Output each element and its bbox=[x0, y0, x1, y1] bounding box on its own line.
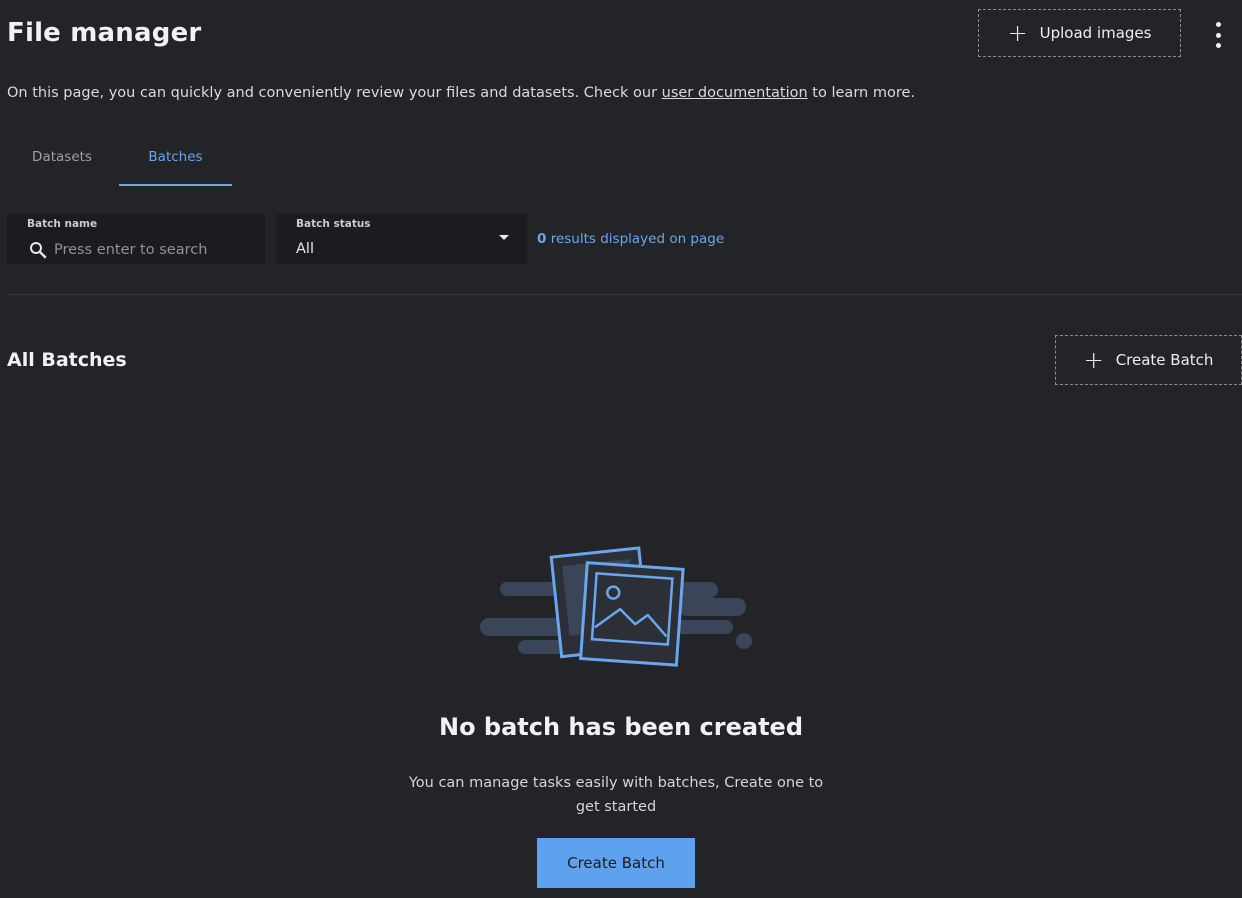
create-batch-button[interactable]: Create Batch bbox=[537, 838, 695, 888]
upload-images-button[interactable]: + Upload images bbox=[978, 9, 1181, 57]
page-title: File manager bbox=[7, 18, 202, 48]
empty-state-title: No batch has been created bbox=[438, 713, 803, 741]
tab-datasets[interactable]: Datasets bbox=[7, 138, 117, 184]
file-manager-page: File manager + Upload images On this pag… bbox=[0, 0, 1242, 898]
section-title: All Batches bbox=[7, 349, 127, 371]
results-count-suffix: results displayed on page bbox=[546, 231, 725, 247]
caret-down-icon bbox=[499, 235, 509, 240]
create-batch-header-label: Create Batch bbox=[1115, 351, 1214, 369]
batch-status-label: Batch status bbox=[296, 218, 371, 230]
search-icon bbox=[30, 242, 47, 259]
user-documentation-link[interactable]: user documentation bbox=[662, 85, 808, 101]
batch-name-search-input[interactable] bbox=[54, 239, 254, 261]
divider bbox=[7, 294, 1242, 295]
empty-state-description: You can manage tasks easily with batches… bbox=[408, 775, 824, 815]
intro-before-link: On this page, you can quickly and conven… bbox=[7, 85, 662, 101]
upload-images-label: Upload images bbox=[1039, 24, 1152, 42]
image-gallery-icon bbox=[480, 546, 752, 667]
batch-name-label: Batch name bbox=[27, 218, 98, 230]
tab-batches[interactable]: Batches bbox=[119, 138, 232, 186]
batch-status-value: All bbox=[296, 241, 314, 257]
create-batch-header-button[interactable]: + Create Batch bbox=[1055, 335, 1242, 385]
intro-after-link: to learn more. bbox=[807, 85, 915, 101]
kebab-menu-icon[interactable] bbox=[1210, 22, 1226, 48]
batch-status-select[interactable]: Batch status All bbox=[276, 214, 527, 264]
results-count-number: 0 bbox=[537, 231, 547, 247]
plus-icon: + bbox=[1083, 346, 1104, 374]
results-count: 0 results displayed on page bbox=[537, 231, 724, 247]
batch-name-filter: Batch name bbox=[7, 214, 265, 264]
plus-icon: + bbox=[1007, 19, 1028, 47]
intro-text: On this page, you can quickly and conven… bbox=[7, 85, 915, 101]
